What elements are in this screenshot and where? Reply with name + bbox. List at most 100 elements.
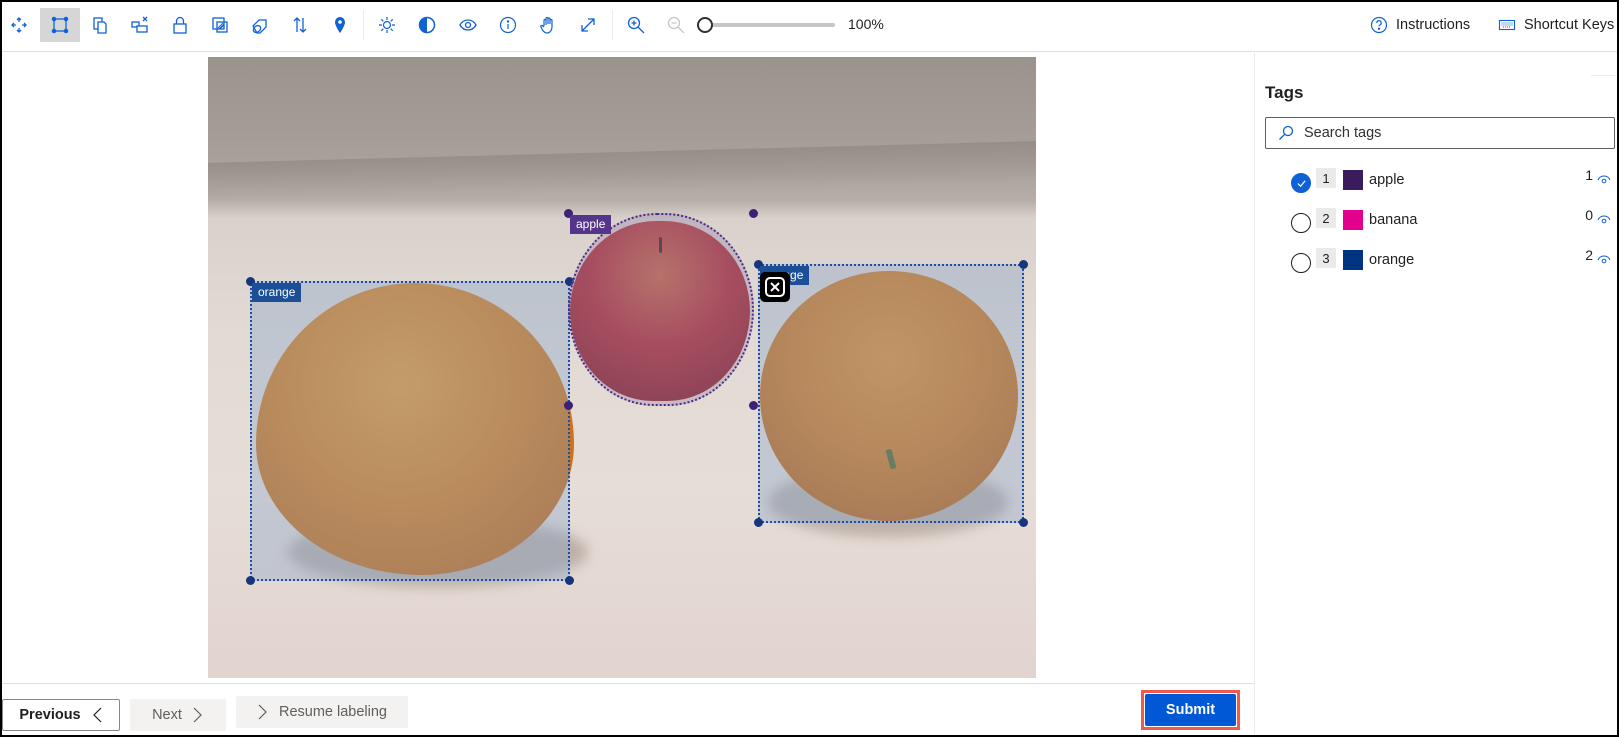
bounding-box-orange[interactable]: orange — [246, 277, 574, 585]
move-tool-button[interactable] — [0, 8, 39, 42]
tag-item-orange[interactable]: 3 orange 2 — [1291, 245, 1611, 275]
close-box-icon — [765, 277, 785, 297]
tag-hotkey-number: 1 — [1316, 168, 1336, 188]
contrast-tool-button[interactable] — [407, 8, 447, 42]
instructions-label: Instructions — [1396, 17, 1471, 33]
copy-icon — [93, 17, 107, 34]
remove-region-tool-button[interactable] — [120, 8, 160, 42]
submit-highlight: Submit — [1141, 690, 1240, 730]
previous-button[interactable]: Previous — [2, 699, 120, 731]
erase-tag-tool-button[interactable] — [240, 8, 280, 42]
eye-icon[interactable] — [1597, 211, 1611, 225]
resize-handle[interactable] — [1019, 518, 1028, 527]
eraser-icon — [252, 19, 267, 34]
next-label: Next — [152, 707, 182, 723]
bounding-box-apple[interactable]: apple — [564, 209, 758, 410]
resize-handle[interactable] — [564, 401, 573, 410]
submit-button[interactable]: Submit — [1145, 694, 1236, 726]
rectangle-tool-button[interactable] — [40, 8, 80, 42]
tag-name: apple — [1369, 172, 1405, 188]
search-tags-input[interactable] — [1304, 125, 1604, 141]
tag-hotkey-number: 2 — [1316, 208, 1336, 228]
labeling-canvas: orange apple orange — [2, 53, 1254, 683]
tag-hotkey-number: 3 — [1316, 248, 1336, 268]
eye-icon[interactable] — [1597, 171, 1611, 185]
tag-color-swatch — [1343, 250, 1363, 270]
search-icon — [1279, 125, 1294, 140]
tag-count: 1 — [1585, 167, 1593, 183]
hand-icon — [540, 16, 553, 34]
tags-title: Tags — [1265, 83, 1304, 102]
zoom-slider[interactable] — [697, 16, 835, 34]
region-tag-label: orange — [252, 283, 302, 302]
overlap-icon — [212, 17, 228, 33]
tag-name: orange — [1369, 252, 1415, 268]
zoom-out-icon — [667, 16, 685, 34]
tag-item-banana[interactable]: 2 banana 0 — [1291, 205, 1611, 235]
copy-tool-button[interactable] — [80, 8, 120, 42]
resume-labeling-button[interactable]: Resume labeling — [236, 696, 408, 728]
resize-handle[interactable] — [1019, 260, 1028, 269]
zoom-slider-thumb[interactable] — [697, 17, 713, 33]
shortcut-keys-link[interactable]: Shortcut Keys — [1498, 16, 1614, 34]
brightness-tool-button[interactable] — [367, 8, 407, 42]
region-tag-label: apple — [570, 215, 612, 234]
shortcut-keys-label: Shortcut Keys — [1524, 17, 1615, 33]
tag-select-radio[interactable] — [1291, 173, 1311, 193]
zoom-in-button[interactable] — [616, 8, 656, 42]
visibility-tool-button[interactable] — [448, 8, 488, 42]
eye-icon — [459, 19, 477, 31]
tag-item-apple[interactable]: 1 apple 1 — [1291, 165, 1611, 195]
chevron-right-icon — [258, 704, 267, 720]
sun-icon — [379, 17, 395, 33]
fit-tool-button[interactable] — [568, 8, 608, 42]
resize-handle[interactable] — [749, 401, 758, 410]
keyboard-icon — [1498, 19, 1516, 31]
tag-color-swatch — [1343, 170, 1363, 190]
sort-arrows-icon — [293, 17, 307, 33]
toolbar-separator — [363, 10, 364, 40]
overlap-tool-button[interactable] — [200, 8, 240, 42]
tag-count: 2 — [1585, 247, 1593, 263]
resume-labeling-label: Resume labeling — [278, 704, 387, 720]
help-circle-icon — [1370, 16, 1388, 34]
next-button[interactable]: Next — [130, 699, 226, 731]
remove-region-icon — [131, 16, 148, 33]
tags-panel: Tags 1 apple 1 2 banana 0 3 orange 2 — [1254, 53, 1617, 735]
pan-tool-button[interactable] — [528, 8, 568, 42]
bounding-box-orange[interactable]: orange — [754, 260, 1028, 527]
expand-icon — [581, 18, 595, 32]
map-pin-icon — [335, 17, 345, 33]
tag-color-swatch — [1343, 210, 1363, 230]
toolbar-separator — [612, 10, 613, 40]
resize-handle[interactable] — [754, 518, 763, 527]
tag-count: 0 — [1585, 207, 1593, 223]
tag-name: banana — [1369, 212, 1418, 228]
lock-icon — [173, 16, 187, 34]
labeled-image[interactable]: orange apple orange — [208, 57, 1036, 678]
lock-tool-button[interactable] — [160, 8, 200, 42]
instructions-link[interactable]: Instructions — [1370, 16, 1470, 34]
info-tool-button[interactable] — [488, 8, 528, 42]
resize-handle[interactable] — [246, 576, 255, 585]
panel-divider — [1591, 75, 1615, 76]
move-arrows-icon — [11, 17, 27, 33]
tag-select-radio[interactable] — [1291, 213, 1311, 233]
chevron-left-icon — [92, 707, 102, 723]
delete-region-button[interactable] — [760, 272, 790, 302]
sort-tool-button[interactable] — [280, 8, 320, 42]
zoom-out-button[interactable] — [656, 8, 696, 42]
image-background — [208, 141, 1036, 203]
search-tags-field[interactable] — [1265, 117, 1615, 149]
tag-select-radio[interactable] — [1291, 253, 1311, 273]
bounding-box-icon — [51, 16, 69, 34]
previous-label: Previous — [19, 707, 81, 723]
toolbar: 100% Instructions Shortcut Keys — [2, 2, 1617, 52]
eye-icon[interactable] — [1597, 251, 1611, 265]
checkmark-icon — [1296, 179, 1306, 187]
resize-handle[interactable] — [749, 209, 758, 218]
resize-handle[interactable] — [565, 576, 574, 585]
pin-tool-button[interactable] — [320, 8, 360, 42]
navigation-bar: Previous Next Resume labeling Submit — [2, 683, 1254, 735]
zoom-level: 100% — [848, 16, 884, 32]
